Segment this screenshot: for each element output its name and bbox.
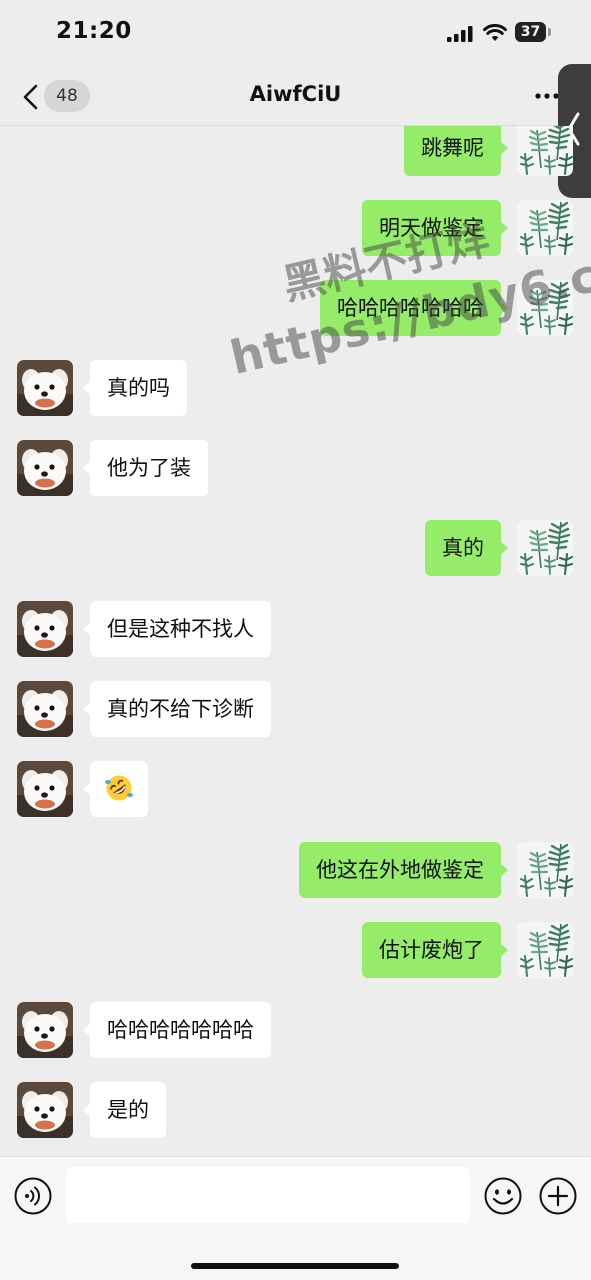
contact-avatar[interactable] [17, 601, 73, 657]
contact-avatar[interactable] [17, 761, 73, 817]
contact-avatar[interactable] [17, 1082, 73, 1138]
input-bar [0, 1156, 591, 1280]
battery-level: 37 [515, 22, 546, 42]
chat-title: AiwfCiU [249, 82, 342, 106]
back-chevron-icon [23, 84, 38, 110]
message-incoming: 真的吗 [0, 358, 591, 418]
smiley-icon[interactable] [484, 1177, 522, 1215]
message-bubble[interactable]: 是的 [83, 1082, 166, 1138]
message-outgoing: 哈哈哈哈哈哈哈 [0, 278, 591, 338]
message-outgoing: 跳舞呢 [0, 126, 591, 178]
message-bubble[interactable]: 真的不给下诊断 [83, 681, 271, 737]
message-incoming: 是的 [0, 1080, 591, 1140]
message-outgoing: 真的 [0, 518, 591, 578]
wifi-icon [483, 24, 507, 41]
message-incoming: 但是这种不找人 [0, 599, 591, 659]
message-bubble[interactable]: 但是这种不找人 [83, 601, 271, 657]
my-avatar[interactable] [517, 280, 573, 336]
message-bubble[interactable] [83, 761, 148, 817]
plus-circle-icon[interactable] [539, 1177, 577, 1215]
message-outgoing: 估计废炮了 [0, 920, 591, 980]
contact-avatar[interactable] [17, 681, 73, 737]
home-indicator [191, 1263, 399, 1269]
message-incoming: 哈哈哈哈哈哈哈 [0, 1000, 591, 1060]
message-bubble[interactable]: 跳舞呢 [404, 126, 508, 176]
voice-icon[interactable] [14, 1177, 52, 1215]
message-outgoing: 明天做鉴定 [0, 198, 591, 258]
message-bubble[interactable]: 真的 [425, 520, 508, 576]
my-avatar[interactable] [517, 126, 573, 176]
cellular-signal-icon [447, 26, 473, 42]
status-bar: 21:20 37 [0, 0, 591, 66]
message-outgoing: 他这在外地做鉴定 [0, 840, 591, 900]
my-avatar[interactable] [517, 842, 573, 898]
message-list[interactable]: 跳舞呢 明天做鉴定 哈哈哈哈哈哈哈 真的吗 他为了装 真的 但是这种不找人 真的… [0, 126, 591, 1156]
message-incoming: 真的不给下诊断 [0, 679, 591, 739]
battery-icon: 37 [515, 22, 551, 42]
my-avatar[interactable] [517, 922, 573, 978]
message-bubble[interactable]: 哈哈哈哈哈哈哈 [320, 280, 508, 336]
my-avatar[interactable] [517, 520, 573, 576]
unread-count-badge: 48 [44, 80, 90, 112]
message-bubble[interactable]: 他为了装 [83, 440, 208, 496]
my-avatar[interactable] [517, 200, 573, 256]
contact-avatar[interactable] [17, 1002, 73, 1058]
message-bubble[interactable]: 明天做鉴定 [362, 200, 508, 256]
message-incoming [0, 759, 591, 819]
message-bubble[interactable]: 估计废炮了 [362, 922, 508, 978]
chat-header: 48 AiwfCiU [0, 66, 591, 126]
message-input[interactable] [66, 1167, 470, 1223]
rolling-on-floor-laughing-emoji [105, 775, 133, 800]
back-button[interactable]: 48 [14, 76, 94, 116]
message-bubble[interactable]: 哈哈哈哈哈哈哈 [83, 1002, 271, 1058]
message-incoming: 他为了装 [0, 438, 591, 498]
more-horizontal-icon[interactable] [534, 90, 560, 102]
status-time: 21:20 [56, 18, 132, 44]
contact-avatar[interactable] [17, 360, 73, 416]
battery-cap [548, 28, 551, 36]
message-bubble[interactable]: 他这在外地做鉴定 [299, 842, 508, 898]
message-bubble[interactable]: 真的吗 [83, 360, 187, 416]
contact-avatar[interactable] [17, 440, 73, 496]
